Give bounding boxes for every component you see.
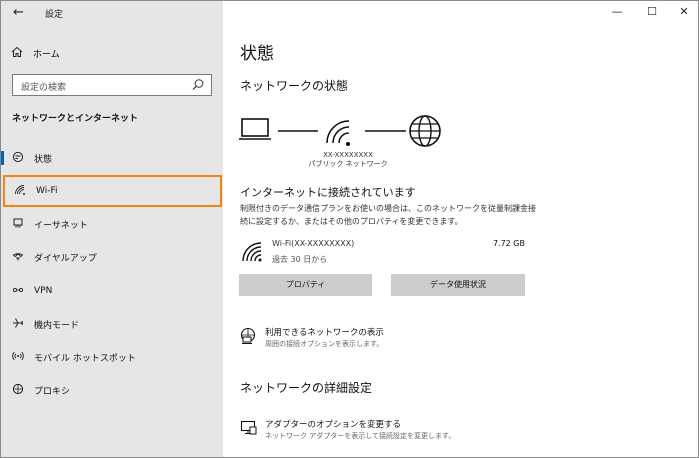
network-identity: XX-XXXXXXXX パブリック ネットワーク <box>303 151 393 169</box>
advanced-settings-heading: ネットワークの詳細設定 <box>240 381 373 395</box>
wifi-signal-icon <box>326 120 350 146</box>
sidebar-item-mobile-hotspot[interactable]: モバイル ホットスポット <box>1 342 223 372</box>
sidebar-item-label: Wi-Fi <box>36 186 58 196</box>
vpn-icon <box>11 284 25 299</box>
sidebar: ← 設定 ホーム 設定の検索 ネットワークとインターネット 状態 Wi-Fi イ… <box>1 1 223 457</box>
data-usage-amount: 7.72 GB <box>492 239 525 248</box>
main-panel: — ☐ ✕ 状態 ネットワークの状態 XX-XXXXXXXX パブリック ネット… <box>223 1 698 457</box>
sidebar-item-proxy[interactable]: プロキシ <box>1 375 223 405</box>
network-diagram <box>239 115 441 147</box>
available-networks-title: 利用できるネットワークの表示 <box>265 328 384 338</box>
network-status-heading: ネットワークの状態 <box>240 79 349 93</box>
sidebar-item-label: 状態 <box>34 154 53 165</box>
network-type: パブリック ネットワーク <box>308 160 388 168</box>
sidebar-item-label: イーサネット <box>34 220 88 231</box>
connected-heading: インターネットに接続されています <box>240 186 416 199</box>
connection-period: 過去 30 日から <box>272 255 328 264</box>
dialup-icon <box>11 250 25 265</box>
sidebar-item-status[interactable]: 状態 <box>1 143 223 173</box>
back-arrow-icon[interactable]: ← <box>13 6 27 20</box>
adapter-icon <box>240 420 257 435</box>
home-label: ホーム <box>33 49 60 60</box>
sidebar-item-label: 機内モード <box>34 320 80 331</box>
wifi-icon <box>13 184 27 199</box>
available-networks-sub: 周囲の接続オプションを表示します。 <box>265 340 384 348</box>
hotspot-icon <box>11 350 25 365</box>
wifi-icon <box>242 242 262 262</box>
adapter-options-sub: ネットワーク アダプターを表示して接続設定を変更します。 <box>265 432 456 440</box>
sidebar-item-ethernet[interactable]: イーサネット <box>1 209 223 239</box>
ethernet-icon <box>11 217 25 232</box>
available-networks-link[interactable]: 利用できるネットワークの表示 周囲の接続オプションを表示します。 <box>240 327 384 349</box>
data-usage-button[interactable]: データ使用状況 <box>391 274 525 296</box>
laptop-icon <box>239 118 271 140</box>
sidebar-section-label: ネットワークとインターネット <box>12 114 139 124</box>
available-networks-icon <box>240 327 256 344</box>
selected-indicator <box>1 151 4 165</box>
connected-description: 制限付きのデータ通信プランをお使いの場合は、このネットワークを従量制課金接続に設… <box>240 204 536 226</box>
globe-icon <box>409 115 441 147</box>
sidebar-item-wifi[interactable]: Wi-Fi <box>3 175 222 207</box>
home-icon <box>11 46 25 61</box>
settings-window: ← 設定 ホーム 設定の検索 ネットワークとインターネット 状態 Wi-Fi イ… <box>0 0 699 458</box>
connection-name: Wi-Fi(XX-XXXXXXXX) <box>272 239 355 248</box>
search-placeholder: 設定の検索 <box>21 83 67 93</box>
minimize-button[interactable]: — <box>608 3 626 21</box>
search-input[interactable]: 設定の検索 <box>12 74 212 96</box>
page-title: 状態 <box>240 44 274 64</box>
app-title: 設定 <box>45 10 64 20</box>
sidebar-item-vpn[interactable]: VPN <box>1 276 223 306</box>
status-icon <box>11 151 25 166</box>
network-ssid: XX-XXXXXXXX <box>323 151 373 159</box>
sidebar-item-label: ダイヤルアップ <box>34 253 97 264</box>
sidebar-item-dialup[interactable]: ダイヤルアップ <box>1 242 223 272</box>
sidebar-item-airplane-mode[interactable]: 機内モード <box>1 309 223 339</box>
proxy-icon <box>11 383 25 398</box>
sidebar-item-label: モバイル ホットスポット <box>34 353 136 364</box>
maximize-button[interactable]: ☐ <box>643 3 661 21</box>
airplane-icon <box>11 317 25 332</box>
sidebar-item-label: VPN <box>34 286 53 296</box>
adapter-options-title: アダプターのオプションを変更する <box>265 420 402 430</box>
close-button[interactable]: ✕ <box>675 3 693 21</box>
search-icon[interactable] <box>191 77 205 93</box>
properties-button[interactable]: プロパティ <box>239 274 372 296</box>
sidebar-item-home[interactable]: ホーム <box>11 45 60 61</box>
sidebar-item-label: プロキシ <box>34 386 71 397</box>
adapter-options-link[interactable]: アダプターのオプションを変更する ネットワーク アダプターを表示して接続設定を変… <box>240 419 455 441</box>
